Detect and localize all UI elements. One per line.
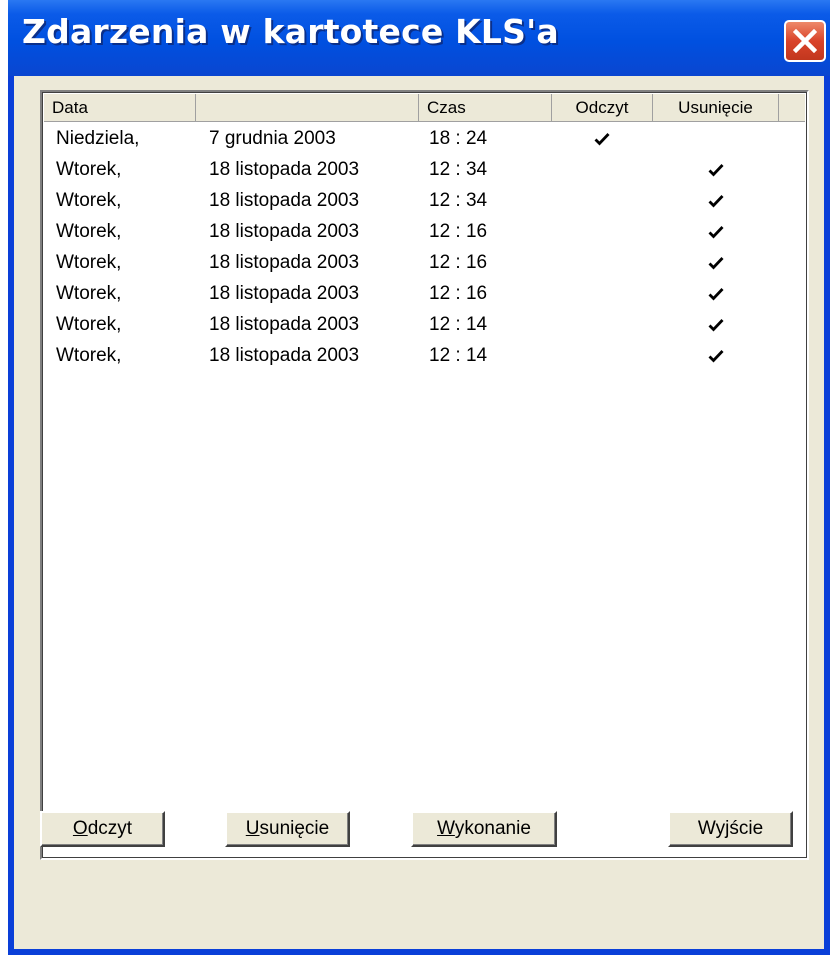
list-header: Data Czas Odczyt Usunięcie: [44, 94, 805, 122]
close-button[interactable]: [784, 20, 826, 62]
delete-button-label: sunięcie: [259, 818, 330, 839]
table-row[interactable]: Wtorek, 18 listopada 2003 12 : 16: [44, 279, 805, 310]
read-button[interactable]: Odczyt: [40, 811, 165, 847]
checkmark-icon: [708, 287, 724, 306]
cell-time: 12 : 34: [429, 190, 488, 211]
column-header-filler: [779, 94, 805, 122]
column-header-deleted[interactable]: Usunięcie: [653, 94, 779, 122]
checkmark-icon: [708, 349, 724, 368]
dialog-window: Zdarzenia w kartotece KLS'a Data Czas Od…: [8, 0, 830, 955]
checkmark-icon: [708, 225, 724, 244]
cell-day: Wtorek,: [56, 221, 122, 242]
checkmark-icon: [594, 132, 610, 151]
table-row[interactable]: Wtorek, 18 listopada 2003 12 : 16: [44, 248, 805, 279]
cell-day: Wtorek,: [56, 283, 122, 304]
title-bar[interactable]: Zdarzenia w kartotece KLS'a: [8, 0, 830, 76]
dialog-client-area: Data Czas Odczyt Usunięcie Niedziela, 7 g…: [14, 76, 824, 949]
cell-day: Wtorek,: [56, 345, 122, 366]
cell-date: 18 listopada 2003: [209, 314, 360, 335]
cell-time: 12 : 16: [429, 283, 488, 304]
table-row[interactable]: Wtorek, 18 listopada 2003 12 : 14: [44, 310, 805, 341]
execute-button-accel: W: [437, 818, 455, 839]
cell-time: 12 : 14: [429, 345, 488, 366]
delete-button-accel: U: [245, 818, 260, 839]
cell-date: 7 grudnia 2003: [209, 128, 336, 149]
table-row[interactable]: Wtorek, 18 listopada 2003 12 : 34: [44, 155, 805, 186]
table-row[interactable]: Wtorek, 18 listopada 2003 12 : 14: [44, 341, 805, 372]
column-header-date[interactable]: Data: [44, 94, 196, 122]
cell-time: 12 : 14: [429, 314, 488, 335]
cell-date: 18 listopada 2003: [209, 221, 360, 242]
column-header-time[interactable]: Czas: [419, 94, 552, 122]
cell-time: 12 : 16: [429, 221, 488, 242]
cell-time: 18 : 24: [429, 128, 488, 149]
list-rows: Niedziela, 7 grudnia 2003 18 : 24 Wtorek, 18…: [44, 124, 805, 372]
column-header-date-full[interactable]: [196, 94, 419, 122]
column-header-read[interactable]: Odczyt: [552, 94, 653, 122]
cell-date: 18 listopada 2003: [209, 283, 360, 304]
cell-date: 18 listopada 2003: [209, 252, 360, 273]
checkmark-icon: [708, 194, 724, 213]
cell-date: 18 listopada 2003: [209, 190, 360, 211]
cell-day: Niedziela,: [56, 128, 140, 149]
delete-button[interactable]: Usunięcie: [225, 811, 350, 847]
table-row[interactable]: Wtorek, 18 listopada 2003 12 : 16: [44, 217, 805, 248]
cell-date: 18 listopada 2003: [209, 159, 360, 180]
cell-day: Wtorek,: [56, 314, 122, 335]
table-row[interactable]: Wtorek, 18 listopada 2003 12 : 34: [44, 186, 805, 217]
checkmark-icon: [708, 163, 724, 182]
events-list[interactable]: Data Czas Odczyt Usunięcie Niedziela, 7 g…: [40, 90, 809, 860]
table-row[interactable]: Niedziela, 7 grudnia 2003 18 : 24: [44, 124, 805, 155]
exit-button[interactable]: Wyjście: [668, 811, 793, 847]
read-button-accel: O: [72, 818, 88, 839]
cell-day: Wtorek,: [56, 190, 122, 211]
exit-button-label: Wyjście: [697, 818, 764, 839]
close-icon: [793, 29, 817, 53]
checkmark-icon: [708, 318, 724, 337]
cell-day: Wtorek,: [56, 252, 122, 273]
cell-date: 18 listopada 2003: [209, 345, 360, 366]
checkmark-icon: [708, 256, 724, 275]
execute-button[interactable]: Wykonanie: [411, 811, 557, 847]
cell-time: 12 : 34: [429, 159, 488, 180]
execute-button-label: ykonanie: [454, 818, 531, 839]
cell-day: Wtorek,: [56, 159, 122, 180]
read-button-label: dczyt: [87, 818, 133, 839]
cell-time: 12 : 16: [429, 252, 488, 273]
window-title: Zdarzenia w kartotece KLS'a: [22, 12, 559, 51]
